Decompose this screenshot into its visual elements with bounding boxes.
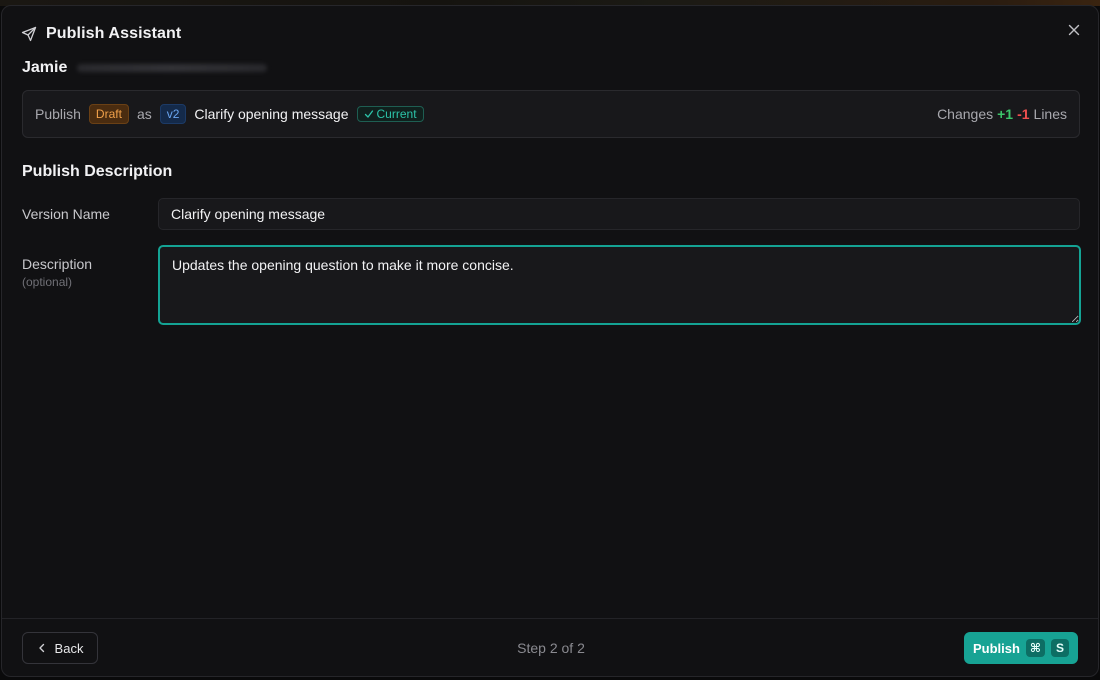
assistant-heading: Jamie <box>22 57 268 79</box>
shortcut-cmd-key: ⌘ <box>1025 639 1046 657</box>
publish-button-label: Publish <box>972 640 1020 656</box>
summary-version-name: Clarify opening message <box>194 106 349 122</box>
as-label: as <box>136 106 152 122</box>
modal-title: Publish Assistant <box>46 25 182 42</box>
version-badge: v2 <box>159 104 187 124</box>
lines-added: +1 <box>997 106 1014 122</box>
publish-summary-label: Publish <box>35 106 81 122</box>
lines-label: Lines <box>1033 106 1067 122</box>
send-icon <box>21 26 37 42</box>
modal-footer: Back Step 2 of 2 Publish ⌘ S <box>2 618 1098 676</box>
draft-badge: Draft <box>88 104 129 124</box>
current-badge-label: Current <box>376 107 417 121</box>
check-icon <box>364 110 373 118</box>
redacted-assistant-detail <box>77 64 268 72</box>
publish-assistant-modal: Publish Assistant Jamie Publish Draft as… <box>1 5 1099 677</box>
version-name-input[interactable] <box>158 198 1080 230</box>
description-textarea[interactable]: Updates the opening question to make it … <box>158 245 1081 325</box>
version-name-label: Version Name <box>22 206 110 222</box>
changes-label: Changes <box>937 106 994 122</box>
shortcut-s-key: S <box>1051 639 1070 657</box>
current-badge: Current <box>356 106 424 122</box>
section-title: Publish Description <box>22 163 173 180</box>
modal-header: Publish Assistant <box>2 6 1098 58</box>
close-icon[interactable] <box>1066 22 1082 38</box>
publish-button[interactable]: Publish ⌘ S <box>964 632 1078 664</box>
description-optional-label: (optional) <box>22 275 73 289</box>
description-label: Description <box>22 256 93 272</box>
assistant-name: Jamie <box>22 59 68 76</box>
lines-removed: -1 <box>1017 106 1030 122</box>
changes-summary: Changes +1 -1 Lines <box>937 106 1067 122</box>
step-indicator: Step 2 of 2 <box>517 640 585 656</box>
publish-summary-bar: Publish Draft as v2 Clarify opening mess… <box>22 90 1080 138</box>
